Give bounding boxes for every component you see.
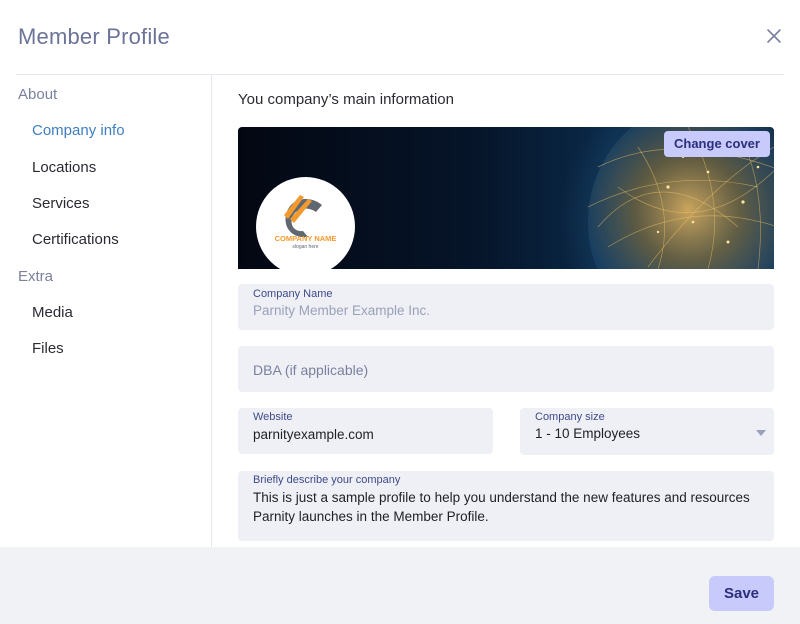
modal-title: Member Profile [18,24,170,49]
sidebar-item-locations[interactable]: Locations [32,159,96,176]
company-size-value: 1 - 10 Employees [535,426,641,441]
dba-field[interactable]: DBA (if applicable) [238,346,774,392]
logo-company-name: COMPANY NAME [275,234,337,243]
section-heading: You company’s main information [238,91,454,108]
sidebar-item-company-info[interactable]: Company info [32,122,125,139]
modal-footer [0,547,800,624]
close-button[interactable] [764,26,784,46]
company-size-select[interactable]: Company size 1 - 10 Employees [520,408,774,455]
company-size-label: Company size [535,411,605,423]
change-cover-button[interactable]: Change cover [664,131,770,157]
description-textarea[interactable]: Briefly describe your company This is ju… [238,471,774,541]
close-icon [767,29,781,43]
sidebar-section-about: About [18,86,58,103]
sidebar-item-media[interactable]: Media [32,304,73,321]
sidebar-section-extra: Extra [18,268,54,285]
website-value: parnityexample.com [253,427,374,442]
sidebar-item-services[interactable]: Services [32,195,90,212]
website-field[interactable]: Website parnityexample.com [238,408,493,454]
sidebar-item-certifications[interactable]: Certifications [32,231,119,248]
description-label: Briefly describe your company [253,474,401,486]
description-value: This is just a sample profile to help yo… [253,490,750,524]
save-button[interactable]: Save [709,576,774,611]
company-logo-avatar[interactable]: COMPANY NAME slogan here [256,177,355,276]
logo-slogan: slogan here [292,244,318,250]
dba-placeholder: DBA (if applicable) [253,362,369,378]
sidebar-item-files[interactable]: Files [32,340,64,357]
company-name-placeholder: Parnity Member Example Inc. [253,303,431,318]
chevron-down-icon [756,430,766,436]
company-logo-icon: COMPANY NAME slogan here [275,195,337,250]
website-label: Website [253,411,293,423]
company-name-field[interactable]: Company Name Parnity Member Example Inc. [238,284,774,330]
company-name-label: Company Name [253,288,333,300]
